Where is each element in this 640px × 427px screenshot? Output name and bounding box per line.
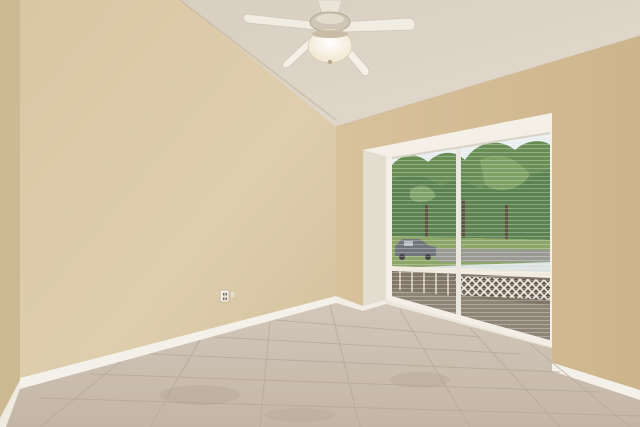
room-scene (0, 0, 640, 427)
window-mullion (456, 147, 461, 316)
left-wall-edge (0, 0, 20, 420)
room-photo (0, 0, 640, 427)
